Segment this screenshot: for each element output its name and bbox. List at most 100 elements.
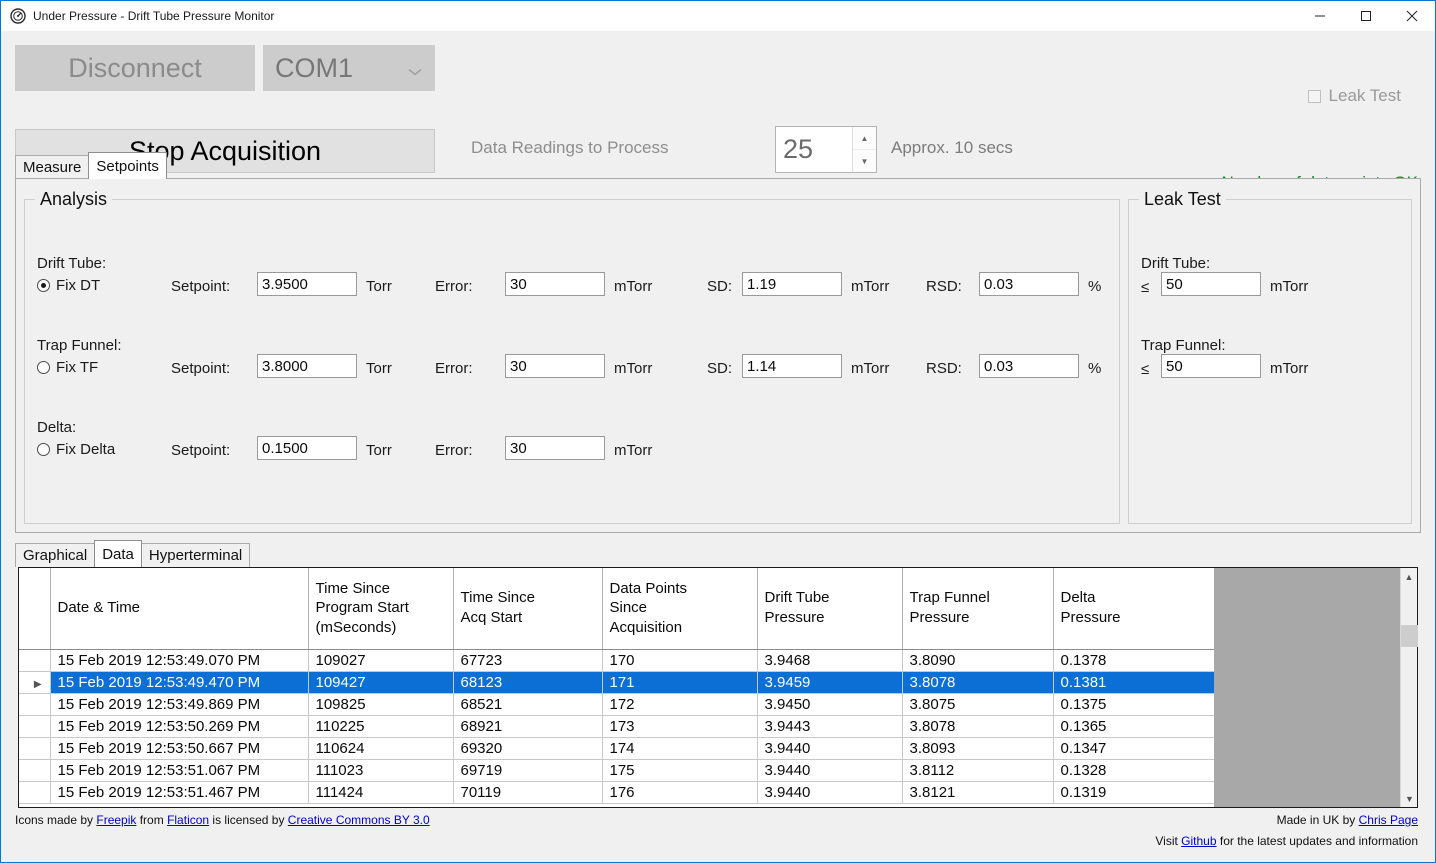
tab-setpoints[interactable]: Setpoints — [88, 152, 167, 179]
table-cell[interactable]: 3.9440 — [757, 737, 903, 760]
table-cell[interactable]: 3.9440 — [757, 781, 903, 804]
table-cell[interactable]: 111424 — [308, 781, 454, 804]
table-cell[interactable]: 15 Feb 2019 12:53:49.070 PM — [50, 649, 309, 672]
table-row[interactable]: 15 Feb 2019 12:53:49.869 PM 109825 68521 17… — [19, 693, 1216, 716]
tf-rsd-input[interactable]: 0.03 — [979, 354, 1079, 378]
table-cell[interactable]: 3.9450 — [757, 693, 903, 716]
table-cell[interactable]: 0.1365 — [1053, 715, 1216, 738]
radio-fix-dt[interactable]: Fix DT — [37, 277, 100, 294]
table-cell[interactable]: 170 — [602, 649, 758, 672]
delta-error-input[interactable]: 30 — [505, 436, 605, 460]
tab-data[interactable]: Data — [94, 540, 142, 567]
com-port-select[interactable]: COM1 — [263, 45, 435, 91]
table-cell[interactable]: 0.1319 — [1053, 781, 1216, 804]
table-cell[interactable]: 15 Feb 2019 12:53:50.269 PM — [50, 715, 309, 738]
github-link[interactable]: Github — [1181, 834, 1216, 848]
table-cell[interactable]: 109427 — [308, 671, 454, 694]
table-cell[interactable]: 3.9459 — [757, 671, 903, 694]
table-cell[interactable]: 15 Feb 2019 12:53:50.667 PM — [50, 737, 309, 760]
table-cell[interactable]: 110624 — [308, 737, 454, 760]
table-cell[interactable]: 0.1328 — [1053, 759, 1216, 782]
leak-drift-tube-input[interactable]: 50 — [1161, 272, 1261, 296]
minimize-icon[interactable] — [1297, 1, 1343, 31]
tab-hyperterminal[interactable]: Hyperterminal — [140, 543, 251, 567]
radio-fix-tf[interactable]: Fix TF — [37, 359, 98, 376]
table-cell[interactable]: 174 — [602, 737, 758, 760]
table-cell[interactable]: 70119 — [453, 781, 603, 804]
table-row[interactable]: 15 Feb 2019 12:53:51.467 PM 111424 70119 17… — [19, 781, 1216, 804]
row-header-cell[interactable] — [19, 693, 51, 716]
col-time-since-program-start[interactable]: Time Since Program Start (mSeconds) — [308, 568, 454, 650]
table-cell[interactable]: 3.8078 — [902, 715, 1054, 738]
close-icon[interactable] — [1389, 1, 1435, 31]
maximize-icon[interactable] — [1343, 1, 1389, 31]
col-data-points-since-acquisition[interactable]: Data Points Since Acquisition — [602, 568, 758, 650]
row-header-cell[interactable] — [19, 781, 51, 804]
table-cell[interactable]: 15 Feb 2019 12:53:51.067 PM — [50, 759, 309, 782]
table-cell[interactable]: 171 — [602, 671, 758, 694]
scroll-up-icon[interactable]: ▲ — [1401, 568, 1417, 585]
row-header-cell[interactable]: ▶ — [19, 671, 51, 694]
table-cell[interactable]: 68123 — [453, 671, 603, 694]
table-cell[interactable]: 15 Feb 2019 12:53:49.869 PM — [50, 693, 309, 716]
table-cell[interactable]: 3.8075 — [902, 693, 1054, 716]
table-cell[interactable]: 69320 — [453, 737, 603, 760]
table-row[interactable]: 15 Feb 2019 12:53:49.070 PM 109027 67723 17… — [19, 649, 1216, 672]
table-cell[interactable]: 3.8093 — [902, 737, 1054, 760]
data-readings-value[interactable]: 25 — [776, 127, 852, 172]
table-cell[interactable]: 69719 — [453, 759, 603, 782]
delta-setpoint-input[interactable]: 0.1500 — [257, 436, 357, 460]
table-cell[interactable]: 173 — [602, 715, 758, 738]
table-cell[interactable]: 68521 — [453, 693, 603, 716]
tab-measure[interactable]: Measure — [15, 155, 90, 179]
disconnect-button[interactable]: Disconnect — [15, 45, 255, 91]
freepik-link[interactable]: Freepik — [96, 813, 136, 827]
scrollbar-thumb[interactable] — [1401, 625, 1418, 647]
table-row[interactable]: 15 Feb 2019 12:53:51.067 PM 111023 69719 17… — [19, 759, 1216, 782]
row-header-cell[interactable] — [19, 715, 51, 738]
table-cell[interactable]: 3.9443 — [757, 715, 903, 738]
table-cell[interactable]: 172 — [602, 693, 758, 716]
row-header-cell[interactable] — [19, 649, 51, 672]
table-cell[interactable]: 0.1375 — [1053, 693, 1216, 716]
grid-vertical-scrollbar[interactable]: ▲ ▼ — [1400, 568, 1418, 807]
table-cell[interactable]: 111023 — [308, 759, 454, 782]
tf-setpoint-input[interactable]: 3.8000 — [257, 354, 357, 378]
table-cell[interactable]: 3.8078 — [902, 671, 1054, 694]
col-time-since-acq-start[interactable]: Time Since Acq Start — [453, 568, 603, 650]
table-cell[interactable]: 3.8112 — [902, 759, 1054, 782]
tf-sd-input[interactable]: 1.14 — [742, 354, 842, 378]
table-cell[interactable]: 67723 — [453, 649, 603, 672]
dt-setpoint-input[interactable]: 3.9500 — [257, 272, 357, 296]
table-cell[interactable]: 110225 — [308, 715, 454, 738]
dt-error-input[interactable]: 30 — [505, 272, 605, 296]
table-cell[interactable]: 0.1381 — [1053, 671, 1216, 694]
row-header-cell[interactable] — [19, 759, 51, 782]
table-cell[interactable]: 15 Feb 2019 12:53:49.470 PM — [50, 671, 309, 694]
leak-test-checkbox[interactable]: Leak Test — [1307, 86, 1401, 106]
leak-trap-funnel-input[interactable]: 50 — [1161, 354, 1261, 378]
flaticon-link[interactable]: Flaticon — [167, 813, 209, 827]
table-cell[interactable]: 176 — [602, 781, 758, 804]
tf-error-input[interactable]: 30 — [505, 354, 605, 378]
col-trap-funnel-pressure[interactable]: Trap Funnel Pressure — [902, 568, 1054, 650]
chris-page-link[interactable]: Chris Page — [1359, 813, 1418, 827]
data-readings-stepper[interactable]: 25 ▲ ▼ — [775, 126, 877, 173]
table-cell[interactable]: 0.1378 — [1053, 649, 1216, 672]
stepper-down-icon[interactable]: ▼ — [853, 150, 876, 172]
table-cell[interactable]: 109825 — [308, 693, 454, 716]
table-cell[interactable]: 0.1347 — [1053, 737, 1216, 760]
table-cell[interactable]: 68921 — [453, 715, 603, 738]
scroll-down-icon[interactable]: ▼ — [1401, 790, 1418, 807]
table-row[interactable]: 15 Feb 2019 12:53:50.269 PM 110225 68921 17… — [19, 715, 1216, 738]
data-grid[interactable]: Date & Time Time Since Program Start (mS… — [18, 567, 1418, 808]
col-date-time[interactable]: Date & Time — [50, 568, 309, 650]
table-row[interactable]: 15 Feb 2019 12:53:50.667 PM 110624 69320 17… — [19, 737, 1216, 760]
creative-commons-link[interactable]: Creative Commons BY 3.0 — [288, 813, 430, 827]
table-cell[interactable]: 3.8090 — [902, 649, 1054, 672]
dt-sd-input[interactable]: 1.19 — [742, 272, 842, 296]
row-header-cell[interactable] — [19, 737, 51, 760]
table-cell[interactable]: 175 — [602, 759, 758, 782]
radio-fix-delta[interactable]: Fix Delta — [37, 441, 115, 458]
table-cell[interactable]: 3.9468 — [757, 649, 903, 672]
